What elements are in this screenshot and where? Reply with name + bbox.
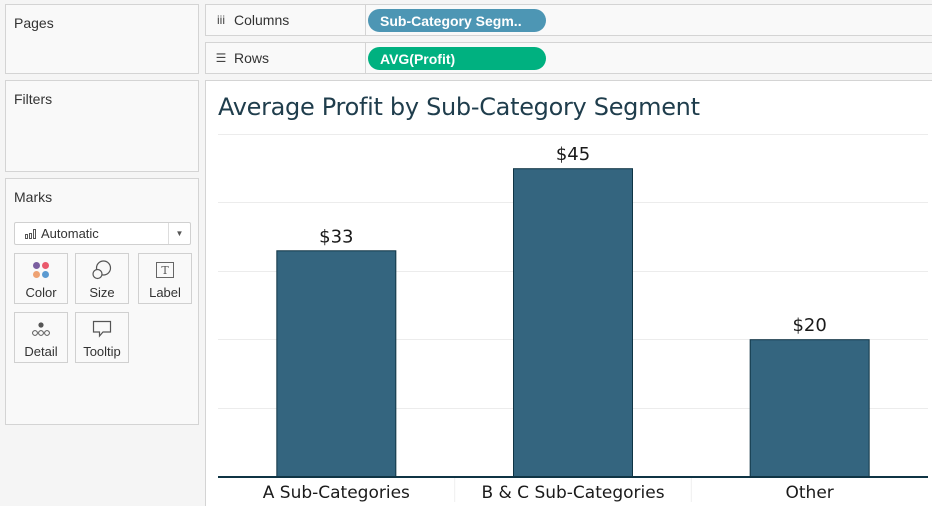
bar[interactable] xyxy=(276,250,397,477)
bar-chart: $33 A Sub-Categories $45 B & C Sub-Categori… xyxy=(218,134,928,503)
bar-chart-icon xyxy=(25,228,36,239)
rows-icon: ☰ xyxy=(215,51,227,65)
columns-shelf[interactable]: iii Columns Sub-Category Segm.. xyxy=(205,4,932,36)
columns-shelf-label: iii Columns xyxy=(206,5,366,35)
size-button[interactable]: Size xyxy=(75,253,129,304)
tooltip-bubble-icon xyxy=(92,318,112,340)
color-label: Color xyxy=(25,285,57,300)
label-text-icon: T xyxy=(156,259,174,281)
tableau-workspace: Pages Filters Marks Automatic ▼ Color Si… xyxy=(0,0,932,506)
bar[interactable] xyxy=(749,339,870,478)
size-label: Size xyxy=(89,285,115,300)
detail-label: Detail xyxy=(24,344,58,359)
data-label: $33 xyxy=(319,226,353,247)
mark-type-value: Automatic xyxy=(41,226,99,241)
sub-category-segment-pill[interactable]: Sub-Category Segm.. xyxy=(368,9,546,32)
tooltip-label: Tooltip xyxy=(83,344,121,359)
x-tick-label: B & C Sub-Categories xyxy=(481,483,664,503)
tooltip-button[interactable]: Tooltip xyxy=(75,312,129,363)
filters-title: Filters xyxy=(14,91,53,107)
color-button[interactable]: Color xyxy=(14,253,68,304)
detail-button[interactable]: Detail xyxy=(14,312,68,363)
detail-dots-icon xyxy=(31,318,51,340)
rows-shelf-label: ☰ Rows xyxy=(206,43,366,73)
pages-title: Pages xyxy=(14,15,54,31)
data-label: $20 xyxy=(792,315,826,336)
label-button[interactable]: T Label xyxy=(138,253,192,304)
label-label: Label xyxy=(149,285,181,300)
marks-title: Marks xyxy=(14,189,53,205)
columns-icon: iii xyxy=(217,13,225,27)
data-label: $45 xyxy=(556,144,590,165)
columns-label-text: Columns xyxy=(234,12,290,28)
bar[interactable] xyxy=(513,168,633,477)
avg-profit-pill[interactable]: AVG(Profit) xyxy=(368,47,546,70)
rows-shelf[interactable]: ☰ Rows AVG(Profit) xyxy=(205,42,932,74)
svg-text:T: T xyxy=(161,264,169,277)
mark-type-dropdown[interactable]: Automatic ▼ xyxy=(14,222,191,245)
x-tick-label: A Sub-Categories xyxy=(263,483,410,503)
chevron-down-icon[interactable]: ▼ xyxy=(168,223,190,244)
pages-card[interactable]: Pages xyxy=(5,4,199,74)
size-circles-icon xyxy=(92,259,112,281)
filters-card[interactable]: Filters xyxy=(5,80,199,172)
x-tick-label: Other xyxy=(786,483,834,503)
visualization-pane: Average Profit by Sub-Category Segment $… xyxy=(205,80,932,506)
color-dots-icon xyxy=(32,259,50,281)
rows-label-text: Rows xyxy=(234,50,270,66)
marks-card: Marks Automatic ▼ Color Size T Label Det… xyxy=(5,178,199,425)
